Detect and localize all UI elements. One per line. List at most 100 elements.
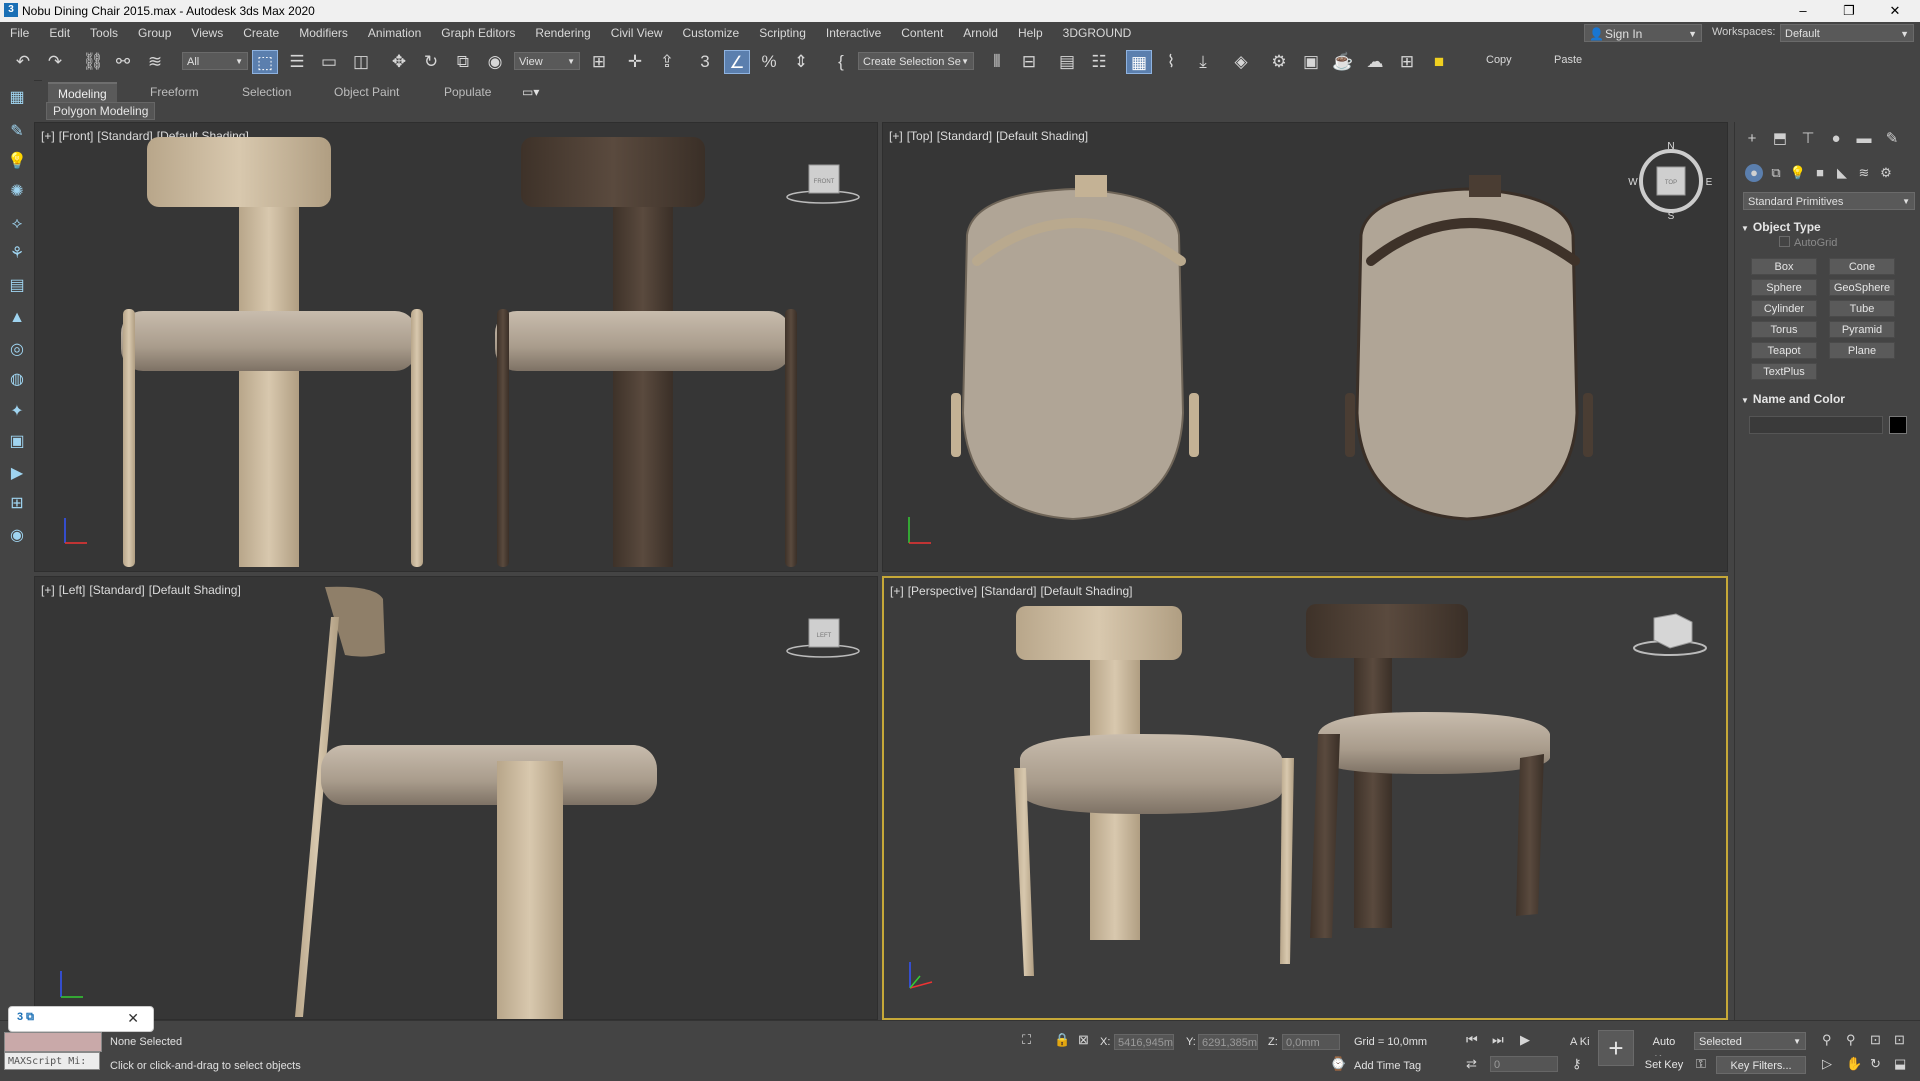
menu-animation[interactable]: Animation <box>358 22 431 44</box>
window-crossing-icon[interactable]: ◫ <box>348 50 374 74</box>
toggle-ribbon-icon[interactable]: ▦ <box>1126 50 1152 74</box>
motion-tab-icon[interactable]: ● <box>1825 128 1847 150</box>
render-setup-icon[interactable]: ⚙ <box>1266 50 1292 74</box>
create-objects-icon[interactable]: ✎ <box>5 120 29 144</box>
material-editor-icon[interactable]: ◈ <box>1228 50 1254 74</box>
key-icon[interactable]: ⚷ <box>1572 1056 1582 1072</box>
snaps-toggle-icon[interactable]: 3 <box>692 50 718 74</box>
scene-explorer-icon[interactable]: ▦ <box>5 86 29 110</box>
maximize-viewport-icon[interactable]: ⬓ <box>1894 1056 1906 1072</box>
autogrid-checkbox[interactable]: AutoGrid <box>1779 236 1837 249</box>
menu-create[interactable]: Create <box>233 22 289 44</box>
absolute-mode-transform-icon[interactable]: ⊠ <box>1078 1032 1089 1048</box>
zoom-icon[interactable]: ⚲ <box>1822 1032 1832 1048</box>
redo-icon[interactable]: ↷ <box>42 50 68 74</box>
menu-help[interactable]: Help <box>1008 22 1053 44</box>
pan-icon[interactable]: ✋ <box>1846 1056 1862 1072</box>
add-time-tag[interactable]: Add Time Tag <box>1354 1060 1421 1072</box>
object-type-rollout[interactable]: ▼ Object Type <box>1741 220 1917 234</box>
grid-icon[interactable]: ⊞ <box>5 492 29 516</box>
zoom-extents-all-icon[interactable]: ⊡ <box>1894 1032 1905 1048</box>
eye-icon[interactable]: ◉ <box>5 524 29 548</box>
auto-key-button[interactable]: Auto Key <box>1642 1033 1686 1066</box>
angle-snap-icon[interactable]: ∠ <box>724 50 750 74</box>
keyboard-shortcut-override-icon[interactable]: ⇪ <box>654 50 680 74</box>
menu-civil-view[interactable]: Civil View <box>601 22 673 44</box>
box-button[interactable]: Box <box>1751 258 1817 275</box>
menu-content[interactable]: Content <box>891 22 953 44</box>
ribbon-polygon-modeling[interactable]: Polygon Modeling <box>46 102 156 120</box>
set-key-big-button[interactable]: + <box>1598 1030 1634 1066</box>
cone-button[interactable]: Cone <box>1829 258 1895 275</box>
pyramid-button[interactable]: Pyramid <box>1829 321 1895 338</box>
ribbon-tab-selection[interactable]: Selection <box>232 82 301 102</box>
select-by-name-icon[interactable]: ☰ <box>284 50 310 74</box>
selection-filter-dropdown[interactable]: All ▼ <box>182 52 248 70</box>
minimize-button[interactable]: – <box>1780 0 1826 22</box>
toggle-layer-explorer-icon[interactable]: ☷ <box>1086 50 1112 74</box>
menu-tools[interactable]: Tools <box>80 22 128 44</box>
create-tab-icon[interactable]: + <box>1741 128 1763 150</box>
y-coordinate-field[interactable]: 6291,385m <box>1198 1034 1258 1050</box>
ribbon-tab-populate[interactable]: Populate <box>434 82 501 102</box>
menu-views[interactable]: Views <box>181 22 233 44</box>
go-to-start-icon[interactable]: ⏮ <box>1466 1032 1478 1048</box>
edit-named-selection-icon[interactable]: { <box>828 50 854 74</box>
z-coordinate-field[interactable]: 0,0mm <box>1282 1034 1340 1050</box>
undo-icon[interactable]: ↶ <box>10 50 36 74</box>
render-cloud-icon[interactable]: ☁ <box>1362 50 1388 74</box>
geometry-icon[interactable]: ● <box>1745 164 1763 182</box>
field-of-view-icon[interactable]: ▷ <box>1822 1056 1832 1072</box>
link-icon[interactable]: ⛓ <box>80 50 106 74</box>
ribbon-tab-object-paint[interactable]: Object Paint <box>324 82 409 102</box>
unlink-icon[interactable]: ⚯ <box>110 50 136 74</box>
maxscript-output[interactable] <box>4 1032 102 1052</box>
lights-icon[interactable]: 💡 <box>1789 164 1807 182</box>
modify-tab-icon[interactable]: ⬒ <box>1769 128 1791 150</box>
workspace-dropdown[interactable]: Default ▼ <box>1780 24 1914 42</box>
key-filter-icon[interactable]: ⚿ <box>1696 1056 1706 1072</box>
shapes-icon[interactable]: ⧉ <box>1767 164 1785 182</box>
sphere-button[interactable]: Sphere <box>1751 279 1817 296</box>
name-and-color-rollout[interactable]: ▼ Name and Color <box>1741 392 1917 406</box>
menu-graph-editors[interactable]: Graph Editors <box>431 22 525 44</box>
object-color-swatch[interactable] <box>1889 416 1907 434</box>
textplus-button[interactable]: TextPlus <box>1751 363 1817 380</box>
select-manipulate-icon[interactable]: ✛ <box>622 50 648 74</box>
viewport-left[interactable]: [+] [Left] [Standard] [Default Shading] LEF… <box>34 576 878 1020</box>
zoom-extents-icon[interactable]: ⊡ <box>1870 1032 1881 1048</box>
play-icon[interactable]: ▶ <box>1520 1032 1530 1048</box>
camera-icon[interactable]: ▲ <box>5 306 29 330</box>
viewport-top[interactable]: [+] [Top] [Standard] [Default Shading] TOP … <box>882 122 1728 572</box>
menu-arnold[interactable]: Arnold <box>953 22 1008 44</box>
spinner-snap-icon[interactable]: ⇕ <box>788 50 814 74</box>
menu-modifiers[interactable]: Modifiers <box>289 22 358 44</box>
key-selection-dropdown[interactable]: Selected ▼ <box>1694 1032 1806 1050</box>
teapot-button[interactable]: Teapot <box>1751 342 1817 359</box>
tube-button[interactable]: Tube <box>1829 300 1895 317</box>
previous-frame-icon[interactable]: ⏭ <box>1492 1032 1504 1048</box>
rendered-frame-window-icon[interactable]: ▣ <box>1298 50 1324 74</box>
render-element-icon[interactable]: ✦ <box>5 400 29 424</box>
orbit-icon[interactable]: ↻ <box>1870 1056 1881 1072</box>
align-icon[interactable]: ⊟ <box>1016 50 1042 74</box>
select-object-icon[interactable]: ⬚ <box>252 50 278 74</box>
viewport-layout-icon[interactable]: ▣ <box>5 430 29 454</box>
geosphere-button[interactable]: GeoSphere <box>1829 279 1895 296</box>
object-name-field[interactable] <box>1749 416 1883 434</box>
isolate-selection-icon[interactable]: ⛶ <box>1022 1032 1031 1048</box>
helpers-icon[interactable]: ◣ <box>1833 164 1851 182</box>
sky-icon[interactable]: ▤ <box>5 274 29 298</box>
set-key-button[interactable]: Set Key <box>1642 1056 1686 1074</box>
current-frame-field[interactable]: 0 <box>1490 1056 1558 1072</box>
zoom-all-icon[interactable]: ⚲ <box>1846 1032 1856 1048</box>
named-selection-set-dropdown[interactable]: Create Selection Se ▼ <box>858 52 974 70</box>
percent-snap-icon[interactable]: % <box>756 50 782 74</box>
ribbon-tab-modeling[interactable]: Modeling <box>48 82 117 102</box>
menu-3dground[interactable]: 3DGROUND <box>1053 22 1142 44</box>
plane-button[interactable]: Plane <box>1829 342 1895 359</box>
environment-icon[interactable]: ◍ <box>5 368 29 392</box>
menu-customize[interactable]: Customize <box>673 22 750 44</box>
selection-lock-icon[interactable]: 🔒 <box>1054 1032 1070 1048</box>
key-filters-button[interactable]: Key Filters... <box>1716 1056 1806 1074</box>
